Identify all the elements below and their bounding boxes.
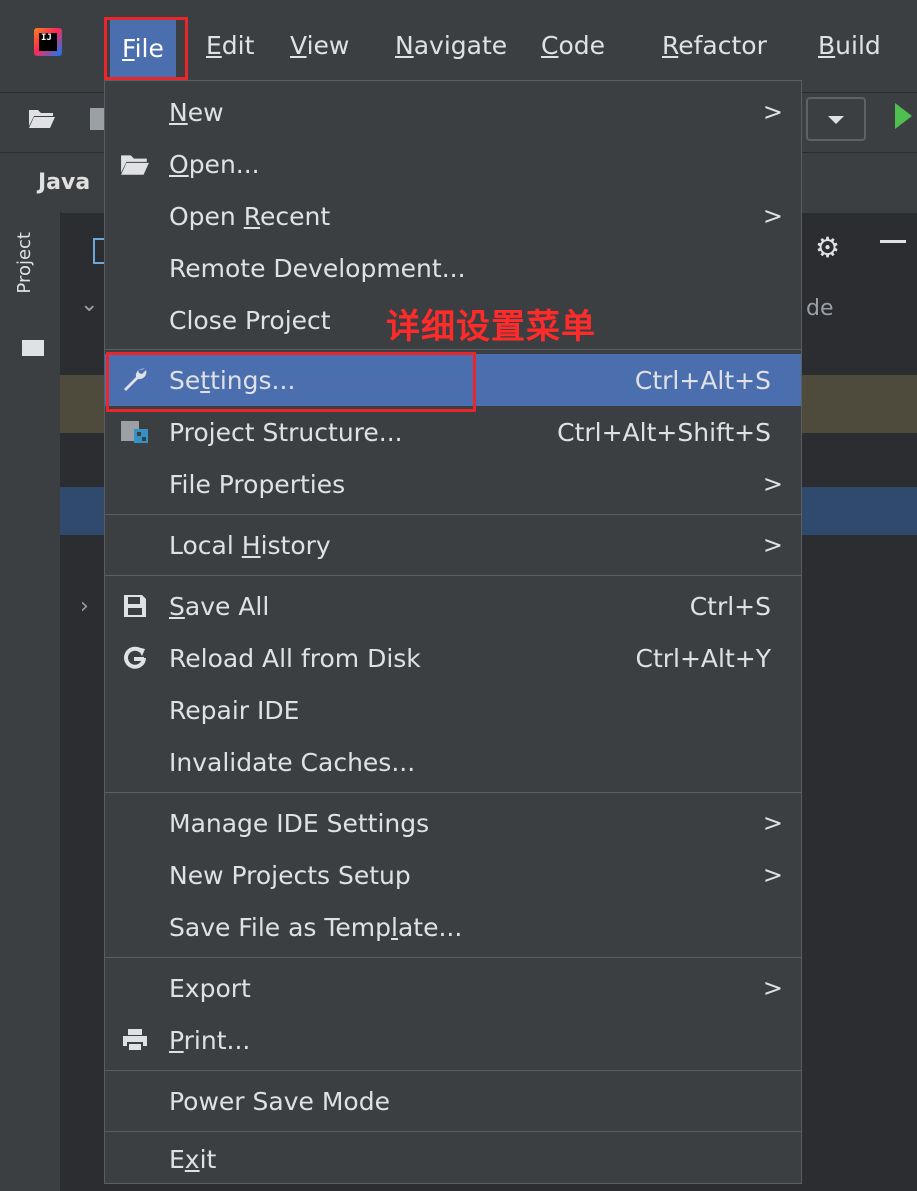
shortcut-label: Ctrl+S	[689, 591, 771, 621]
project-structure-icon	[119, 416, 151, 448]
menu-item-new[interactable]: New >	[105, 86, 801, 138]
minimize-icon[interactable]	[880, 240, 906, 243]
project-folder-icon[interactable]	[22, 340, 44, 356]
shortcut-label: Ctrl+Alt+S	[634, 365, 771, 395]
folder-open-icon	[119, 148, 151, 180]
annotation-box-settings	[106, 352, 476, 412]
reload-icon	[119, 642, 151, 674]
menu-separator	[105, 1070, 801, 1071]
project-name[interactable]: Java	[38, 170, 90, 195]
menu-item-new-projects-setup[interactable]: New Projects Setup >	[105, 849, 801, 901]
menu-item-project-structure[interactable]: Project Structure... Ctrl+Alt+Shift+S	[105, 406, 801, 458]
menu-item-open[interactable]: Open...	[105, 138, 801, 190]
menu-item-power-save-mode[interactable]: Power Save Mode	[105, 1075, 801, 1127]
menu-navigate[interactable]: Navigate	[391, 0, 511, 92]
menu-view[interactable]: View	[286, 0, 353, 92]
save-icon	[119, 590, 151, 622]
menu-code[interactable]: Code	[537, 0, 609, 92]
chevron-down-icon[interactable]: ⌄	[80, 292, 98, 317]
annotation-label: 详细设置菜单	[386, 307, 596, 347]
menu-item-manage-ide-settings[interactable]: Manage IDE Settings >	[105, 797, 801, 849]
menu-item-save-all[interactable]: Save All Ctrl+S	[105, 580, 801, 632]
menu-separator	[105, 792, 801, 793]
shortcut-label: Ctrl+Alt+Shift+S	[557, 417, 771, 447]
file-menu-popup: New > Open... Open Recent > Remote Devel…	[104, 80, 802, 1184]
menu-separator	[105, 349, 801, 350]
menu-build[interactable]: Build	[814, 0, 885, 92]
menu-refactor[interactable]: Refactor	[658, 0, 771, 92]
chevron-right-icon[interactable]: ›	[80, 594, 89, 619]
menu-item-exit[interactable]: Exit	[105, 1133, 801, 1185]
submenu-arrow-icon: >	[762, 531, 783, 559]
menu-edit[interactable]: Edit	[202, 0, 258, 92]
menu-item-remote-development[interactable]: Remote Development...	[105, 242, 801, 294]
submenu-arrow-icon: >	[762, 809, 783, 837]
project-tool-window-label[interactable]: Project	[14, 232, 35, 294]
menu-separator	[105, 1131, 801, 1132]
run-icon[interactable]	[895, 103, 912, 129]
menu-item-export[interactable]: Export >	[105, 962, 801, 1014]
open-folder-icon[interactable]	[28, 107, 56, 129]
submenu-arrow-icon: >	[762, 974, 783, 1002]
menu-separator	[105, 575, 801, 576]
menu-item-reload-all-from-disk[interactable]: Reload All from Disk Ctrl+Alt+Y	[105, 632, 801, 684]
run-config-dropdown[interactable]	[806, 97, 866, 141]
menu-separator	[105, 957, 801, 958]
menu-item-open-recent[interactable]: Open Recent >	[105, 190, 801, 242]
menu-item-local-history[interactable]: Local History >	[105, 519, 801, 571]
menu-item-file-properties[interactable]: File Properties >	[105, 458, 801, 510]
menu-item-print[interactable]: Print...	[105, 1014, 801, 1066]
submenu-arrow-icon: >	[762, 861, 783, 889]
submenu-arrow-icon: >	[762, 202, 783, 230]
submenu-arrow-icon: >	[762, 98, 783, 126]
intellij-logo-icon: IJ	[34, 28, 62, 56]
background-partial-text: de	[806, 296, 834, 321]
submenu-arrow-icon: >	[762, 470, 783, 498]
annotation-box-file-menu	[104, 17, 188, 80]
menu-separator	[105, 514, 801, 515]
left-tool-strip	[0, 212, 61, 1191]
shortcut-label: Ctrl+Alt+Y	[635, 643, 772, 673]
print-icon	[119, 1024, 151, 1056]
menu-item-invalidate-caches[interactable]: Invalidate Caches...	[105, 736, 801, 788]
menu-item-repair-ide[interactable]: Repair IDE	[105, 684, 801, 736]
menu-item-save-file-as-template[interactable]: Save File as Template...	[105, 901, 801, 953]
gear-icon[interactable]: ⚙	[815, 231, 840, 264]
